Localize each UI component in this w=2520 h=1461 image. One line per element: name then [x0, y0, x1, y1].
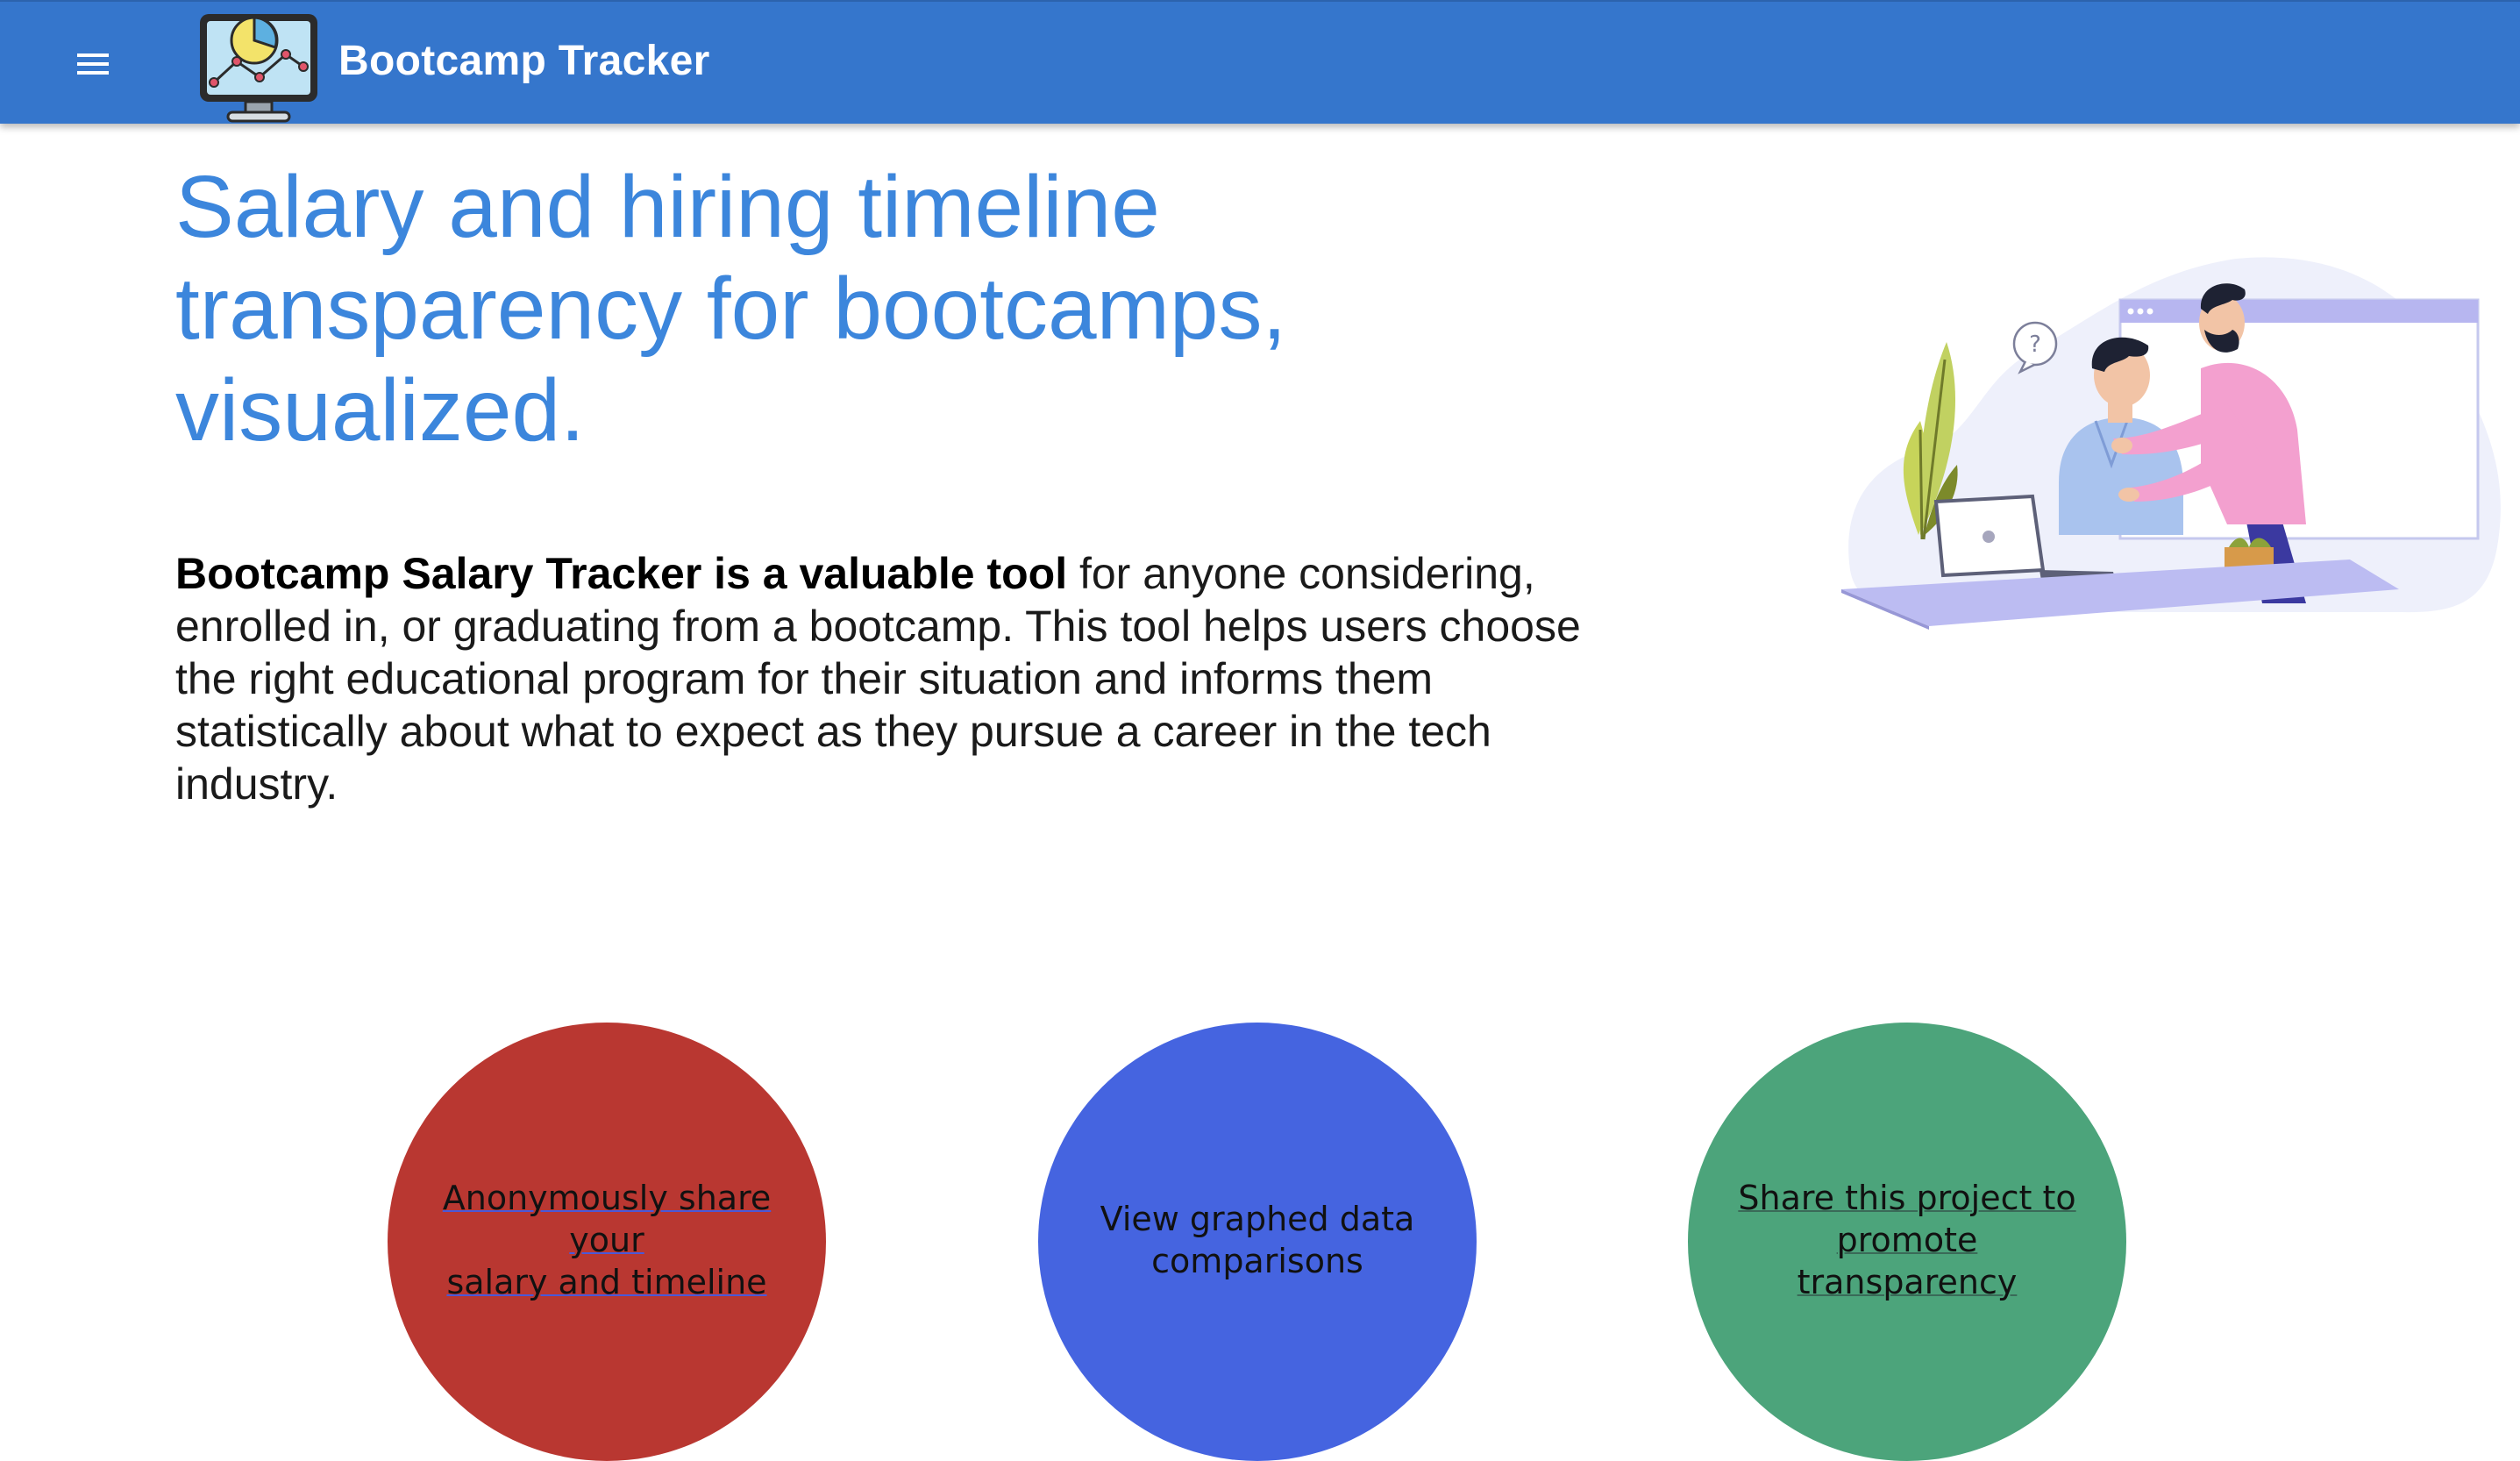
monitor-chart-icon[interactable]: [195, 7, 323, 125]
share-project-link[interactable]: Share this project to promote transparen…: [1732, 1177, 2082, 1303]
view-graphs-label-line: comparisons: [1151, 1242, 1363, 1280]
share-salary-circle[interactable]: Anonymously share your salary and timeli…: [388, 1023, 826, 1461]
intro-line: enrolled in, or graduating from a bootca…: [175, 602, 1581, 651]
intro-line: statistically about what to expect as th…: [175, 707, 1491, 756]
app-title[interactable]: Bootcamp Tracker: [338, 37, 710, 85]
share-project-label-line: Share this project to: [1738, 1179, 2076, 1217]
share-project-label-line: promote transparency: [1797, 1221, 2018, 1301]
share-salary-link[interactable]: Anonymously share your salary and timeli…: [431, 1177, 782, 1303]
hero-title-line: visualized.: [175, 361, 585, 460]
intro-paragraph: Bootcamp Salary Tracker is a valuable to…: [175, 547, 1613, 810]
intro-line: Bootcamp Salary Tracker is a valuable to…: [175, 547, 1613, 600]
hero-title-line: Salary and hiring timeline: [175, 158, 1160, 256]
view-graphs-circle[interactable]: View graphed data comparisons: [1038, 1023, 1477, 1461]
view-graphs-label-line: View graphed data: [1100, 1200, 1415, 1238]
intro-line: the right educational program for their …: [175, 654, 1434, 703]
hamburger-menu-icon: [77, 53, 109, 75]
share-salary-label-line: Anonymously share your: [442, 1179, 772, 1259]
intro-line: industry.: [175, 759, 338, 809]
hero-title: Salary and hiring timeline transparency …: [175, 156, 1403, 461]
top-app-bar: Bootcamp Tracker: [0, 0, 2520, 124]
view-graphs-link[interactable]: View graphed data comparisons: [1082, 1198, 1433, 1282]
menu-button[interactable]: [58, 40, 128, 88]
intro-bold-text: Bootcamp Salary Tracker is a valuable to…: [175, 549, 1068, 598]
share-project-circle[interactable]: Share this project to promote transparen…: [1688, 1023, 2126, 1461]
mentor-helping-student-illustration: ?: [1841, 257, 2501, 630]
svg-text:?: ?: [2029, 331, 2041, 358]
intro-line-text: for anyone considering,: [1067, 549, 1535, 598]
hero-title-line: transparency for bootcamps,: [175, 260, 1287, 358]
share-salary-label-line: salary and timeline: [446, 1263, 767, 1301]
